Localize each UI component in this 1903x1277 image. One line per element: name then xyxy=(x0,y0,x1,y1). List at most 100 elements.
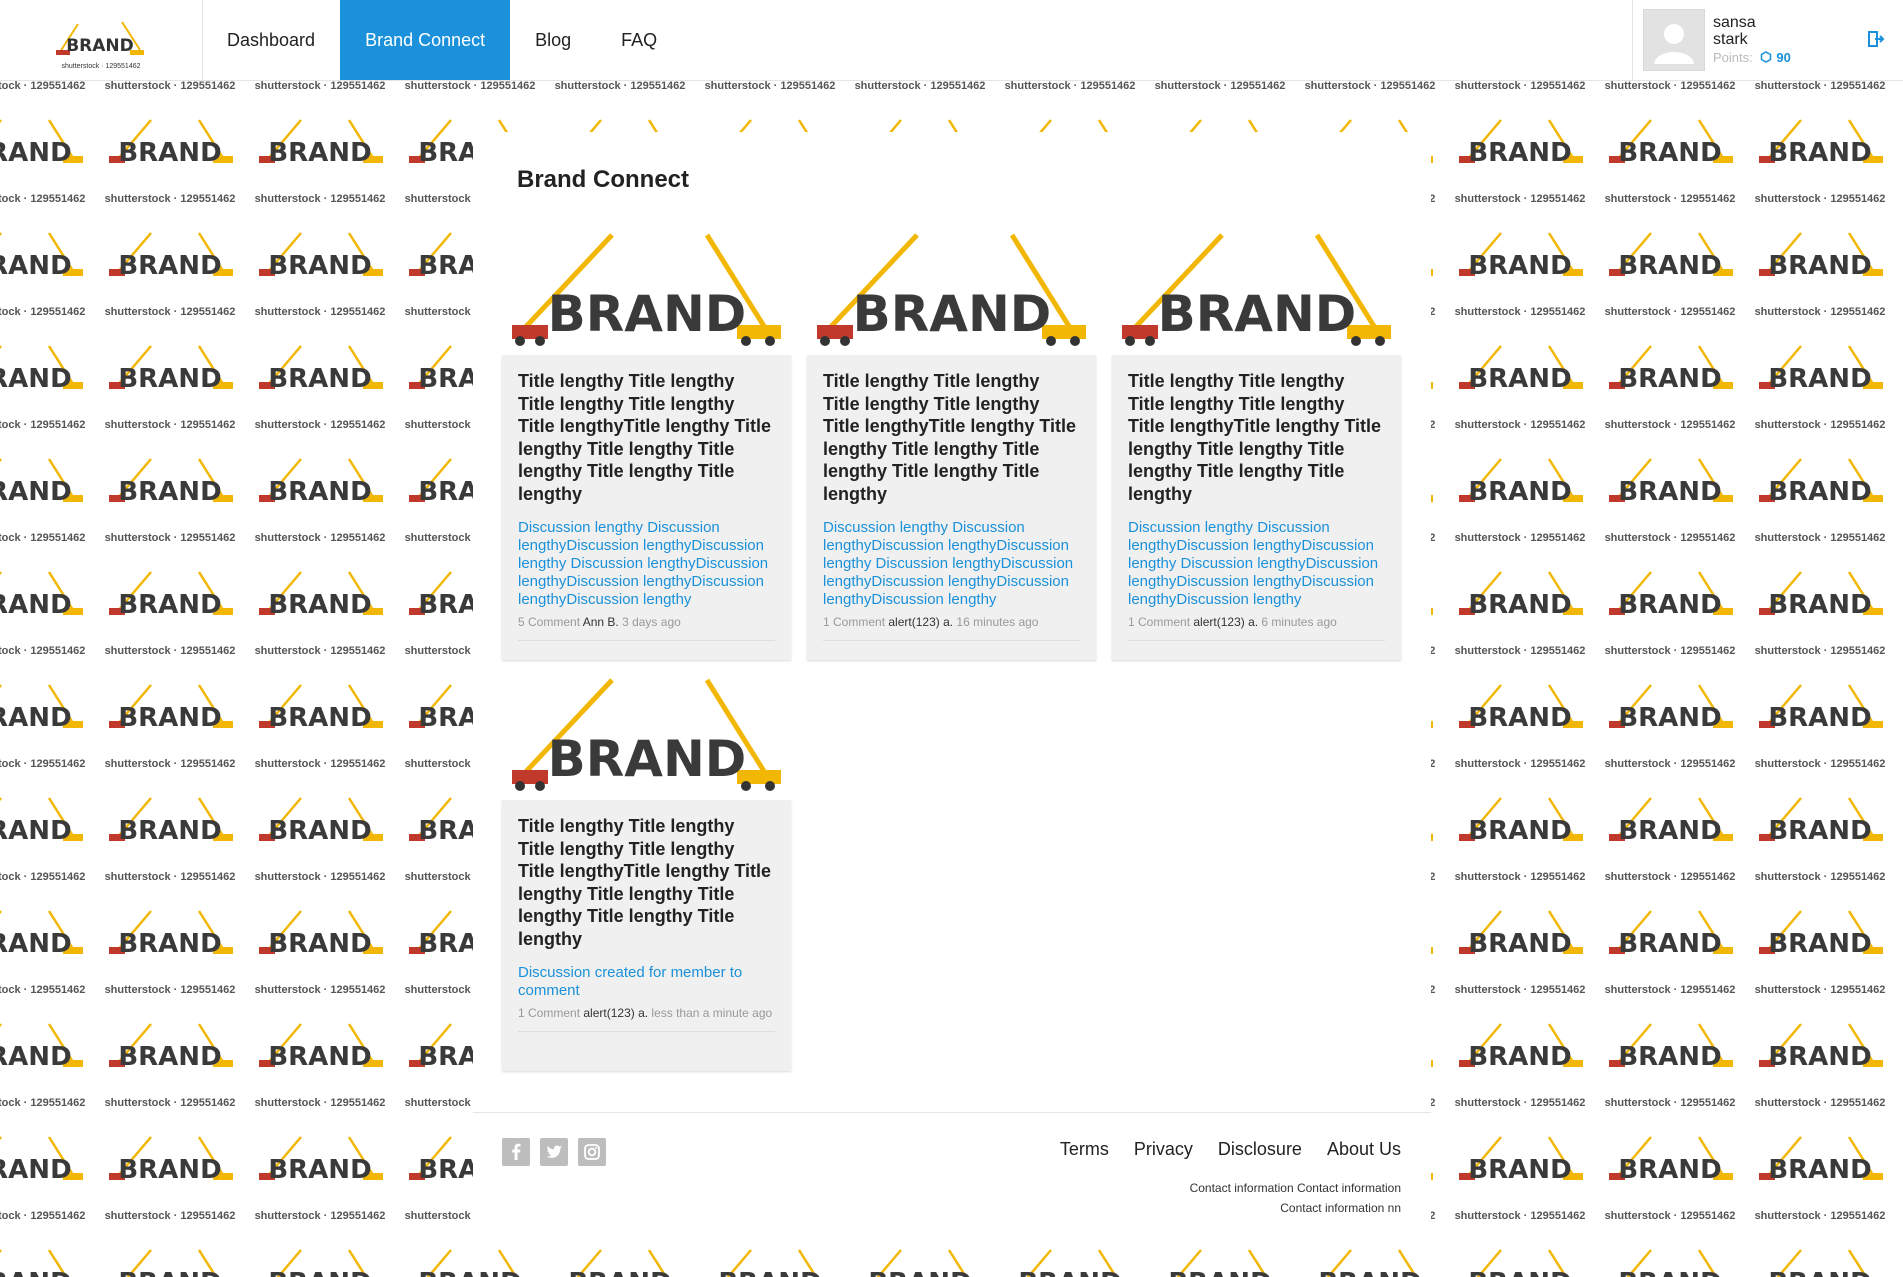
contact-info: Contact information Contact information … xyxy=(1141,1178,1401,1218)
discussion-card[interactable]: BRAND Title lengthy Title lengthy Title … xyxy=(807,223,1096,660)
logout-button[interactable] xyxy=(1847,0,1903,80)
card-author[interactable]: alert(123) a. xyxy=(1193,615,1258,629)
watermark-text: shutterstock · 129551462 xyxy=(1754,758,1886,770)
svg-text:BRAND: BRAND xyxy=(853,285,1052,343)
brand-logo-icon: BRAND xyxy=(1468,1249,1572,1277)
svg-text:BRAND: BRAND xyxy=(0,816,72,846)
background-tile: shutterstock · 129551462 BRAND xyxy=(1745,193,1895,306)
user-name: sansa stark xyxy=(1713,14,1756,48)
svg-text:BRAND: BRAND xyxy=(718,1268,821,1277)
background-tile: shutterstock · 129551462 BRAND xyxy=(1895,193,1903,306)
nav-faq[interactable]: FAQ xyxy=(596,0,682,80)
card-title[interactable]: Title lengthy Title lengthy Title length… xyxy=(518,370,775,505)
watermark-text: shutterstock · 129551462 xyxy=(1754,193,1886,205)
divider xyxy=(823,640,1080,651)
svg-text:BRAND: BRAND xyxy=(118,929,221,959)
facebook-icon[interactable] xyxy=(502,1138,530,1166)
nav-blog[interactable]: Blog xyxy=(510,0,596,80)
brand-logo-icon: BRAND xyxy=(1609,1136,1733,1185)
background-tile: shutterstock · 129551462 BRAND xyxy=(95,645,245,758)
svg-text:BRAND: BRAND xyxy=(268,1155,371,1185)
watermark-text: shutterstock · 129551462 xyxy=(104,1097,236,1109)
footer-link-disclosure[interactable]: Disclosure xyxy=(1218,1139,1302,1160)
watermark-text: shutterstock · 129551462 xyxy=(104,532,236,544)
watermark-text: shutterstock · 129551462 xyxy=(254,1210,386,1222)
background-tile: shutterstock · 129551462 BRAND xyxy=(95,1210,245,1277)
brand-logo-icon: BRAND xyxy=(1895,905,1903,965)
card-title[interactable]: Title lengthy Title lengthy Title length… xyxy=(823,370,1080,505)
watermark-text: shutterstock · 129551462 xyxy=(1604,871,1736,883)
card-discussion-link[interactable]: Discussion lengthy Discussion lengthyDis… xyxy=(518,519,775,609)
user-last-name: stark xyxy=(1713,31,1748,48)
background-tile: shutterstock · 129551462 BRAND xyxy=(1745,1097,1895,1210)
watermark-text: shutterstock · 129551462 xyxy=(1895,1210,1903,1222)
points-value: 90 xyxy=(1776,50,1791,65)
brand-logo-icon: BRAND xyxy=(1609,458,1733,507)
discussion-card[interactable]: BRAND Title lengthy Title lengthy Title … xyxy=(1112,223,1401,660)
social-links xyxy=(502,1138,606,1166)
background-tile: shutterstock · 129551462 BRAND xyxy=(245,758,395,871)
svg-text:BRAND: BRAND xyxy=(1468,703,1571,733)
brand-logo-icon: BRAND xyxy=(259,910,383,959)
brand-logo-icon: BRAND xyxy=(1459,571,1583,620)
card-author[interactable]: Ann B. xyxy=(583,615,619,629)
card-title[interactable]: Title lengthy Title lengthy Title length… xyxy=(518,815,775,950)
svg-text:BRAND: BRAND xyxy=(118,590,221,620)
top-navbar: BRAND shutterstock · 129551462 Dashboard… xyxy=(0,0,1903,81)
brand-logo-icon: BRAND xyxy=(1895,566,1903,626)
background-tile: shutterstock · 129551462 BRAND xyxy=(95,80,245,193)
brand-logo-icon: BRAND xyxy=(0,119,83,168)
svg-text:BRAND: BRAND xyxy=(868,1268,971,1277)
nav-dashboard[interactable]: Dashboard xyxy=(202,0,340,80)
svg-text:BRAND: BRAND xyxy=(1768,1155,1871,1185)
footer: Terms Privacy Disclosure About Us Contac… xyxy=(473,1112,1431,1239)
discussion-card[interactable]: BRAND Title lengthy Title lengthy Title … xyxy=(502,668,791,1071)
background-tile: shutterstock · 129551462 BRAND xyxy=(95,419,245,532)
svg-text:BRAND: BRAND xyxy=(1468,251,1571,281)
footer-link-terms[interactable]: Terms xyxy=(1060,1139,1109,1160)
card-discussion-link[interactable]: Discussion created for member to comment xyxy=(518,964,775,1000)
svg-text:BRAND: BRAND xyxy=(1618,251,1721,281)
background-tile: shutterstock · 129551462 BRAND xyxy=(1895,871,1903,984)
brand-logo-icon: BRAND xyxy=(109,232,233,281)
avatar[interactable] xyxy=(1643,9,1705,71)
watermark-text: shutterstock · 129551462 xyxy=(1754,871,1886,883)
card-discussion-link[interactable]: Discussion lengthy Discussion lengthyDis… xyxy=(823,519,1080,609)
brand-logo-icon: BRAND xyxy=(0,1249,72,1277)
user-profile[interactable]: sansa stark Points: 90 xyxy=(1632,0,1848,80)
background-tile: shutterstock · 129551462 BRAND xyxy=(1595,532,1745,645)
brand-logo-icon: BRAND xyxy=(568,1249,672,1277)
card-discussion-link[interactable]: Discussion lengthy Discussion lengthyDis… xyxy=(1128,519,1385,609)
footer-link-privacy[interactable]: Privacy xyxy=(1134,1139,1193,1160)
footer-link-about-us[interactable]: About Us xyxy=(1327,1139,1401,1160)
twitter-icon[interactable] xyxy=(540,1138,568,1166)
card-title[interactable]: Title lengthy Title lengthy Title length… xyxy=(1128,370,1385,505)
brand-logo-icon: BRAND xyxy=(56,21,144,56)
comment-count: 1 Comment xyxy=(1128,615,1191,629)
brand-logo-icon: BRAND xyxy=(1459,1023,1583,1072)
brand-logo-icon: BRAND xyxy=(259,345,383,394)
svg-text:BRAND: BRAND xyxy=(1468,477,1571,507)
background-tile: shutterstock · 129551462 BRAND xyxy=(95,758,245,871)
brand-logo-icon: BRAND xyxy=(1609,797,1733,846)
svg-text:BRAND: BRAND xyxy=(1618,477,1721,507)
card-author[interactable]: alert(123) a. xyxy=(888,615,953,629)
discussion-card[interactable]: BRAND Title lengthy Title lengthy Title … xyxy=(502,223,791,660)
points-hexagon-icon xyxy=(1761,51,1772,63)
svg-text:BRAND: BRAND xyxy=(268,816,371,846)
svg-text:BRAND: BRAND xyxy=(1768,1268,1871,1277)
brand-logo-icon: BRAND xyxy=(0,1023,83,1072)
card-image: BRAND xyxy=(502,668,791,800)
brand-logo-icon: BRAND xyxy=(1609,1023,1733,1072)
nav-brand-connect[interactable]: Brand Connect xyxy=(340,0,511,80)
brand-logo-icon: BRAND xyxy=(1609,571,1733,620)
watermark-text: shutterstock · 129551462 xyxy=(1754,1210,1886,1222)
brand-logo-icon: BRAND xyxy=(109,345,233,394)
svg-text:BRAND: BRAND xyxy=(1618,703,1721,733)
svg-text:BRAND: BRAND xyxy=(1618,590,1721,620)
instagram-icon[interactable] xyxy=(578,1138,606,1166)
watermark-text: shutterstock · 129551462 xyxy=(0,1210,86,1222)
watermark-text: shutterstock · 129551462 xyxy=(254,193,386,205)
site-logo[interactable]: BRAND shutterstock · 129551462 xyxy=(0,0,203,80)
card-author[interactable]: alert(123) a. xyxy=(583,1006,648,1020)
